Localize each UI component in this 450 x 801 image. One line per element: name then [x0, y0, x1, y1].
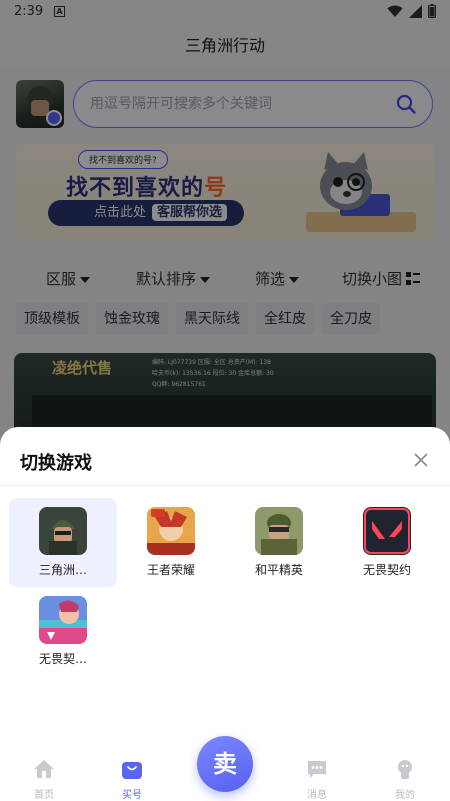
game-option-delta-force[interactable]: 三角洲… — [9, 498, 117, 587]
home-icon — [34, 760, 54, 778]
game-name: 无畏契… — [38, 652, 87, 666]
game-name: 王者荣耀 — [146, 563, 195, 577]
game-option-valorant-mobile[interactable]: 无畏契… — [9, 587, 117, 676]
honor-of-kings-icon — [147, 507, 195, 555]
tab-messages-label: 消息 — [307, 790, 327, 801]
switch-game-sheet: 切换游戏 三角洲… 王者荣耀 和平精英 无畏契约 无畏契… 首页 买号 卖 消息… — [0, 427, 450, 801]
message-icon — [308, 761, 326, 778]
game-option-peacekeeper-elite[interactable]: 和平精英 — [225, 498, 333, 587]
tab-home-label: 首页 — [34, 790, 54, 801]
game-option-valorant[interactable]: 无畏契约 — [333, 498, 441, 587]
valorant-mobile-icon — [39, 596, 87, 644]
bottom-tab-bar: 首页 买号 卖 消息 我的 — [0, 736, 450, 801]
tab-buy[interactable]: 买号 — [102, 759, 162, 801]
game-name: 和平精英 — [254, 563, 303, 577]
tab-home[interactable]: 首页 — [14, 759, 74, 801]
tab-profile[interactable]: 我的 — [375, 759, 435, 801]
peacekeeper-elite-icon — [255, 507, 303, 555]
tab-buy-label: 买号 — [122, 790, 142, 801]
tab-profile-label: 我的 — [395, 790, 415, 801]
tab-messages[interactable]: 消息 — [287, 759, 347, 801]
game-option-honor-of-kings[interactable]: 王者荣耀 — [117, 498, 225, 587]
bag-icon — [122, 762, 142, 779]
game-name: 无畏契约 — [362, 563, 411, 577]
delta-force-icon — [39, 507, 87, 555]
sheet-divider — [0, 485, 450, 486]
valorant-icon — [363, 507, 411, 555]
sheet-title: 切换游戏 — [20, 453, 92, 474]
profile-icon — [398, 760, 412, 779]
close-icon[interactable] — [412, 451, 430, 469]
sell-button[interactable]: 卖 — [197, 736, 253, 792]
game-name: 三角洲… — [38, 563, 87, 577]
